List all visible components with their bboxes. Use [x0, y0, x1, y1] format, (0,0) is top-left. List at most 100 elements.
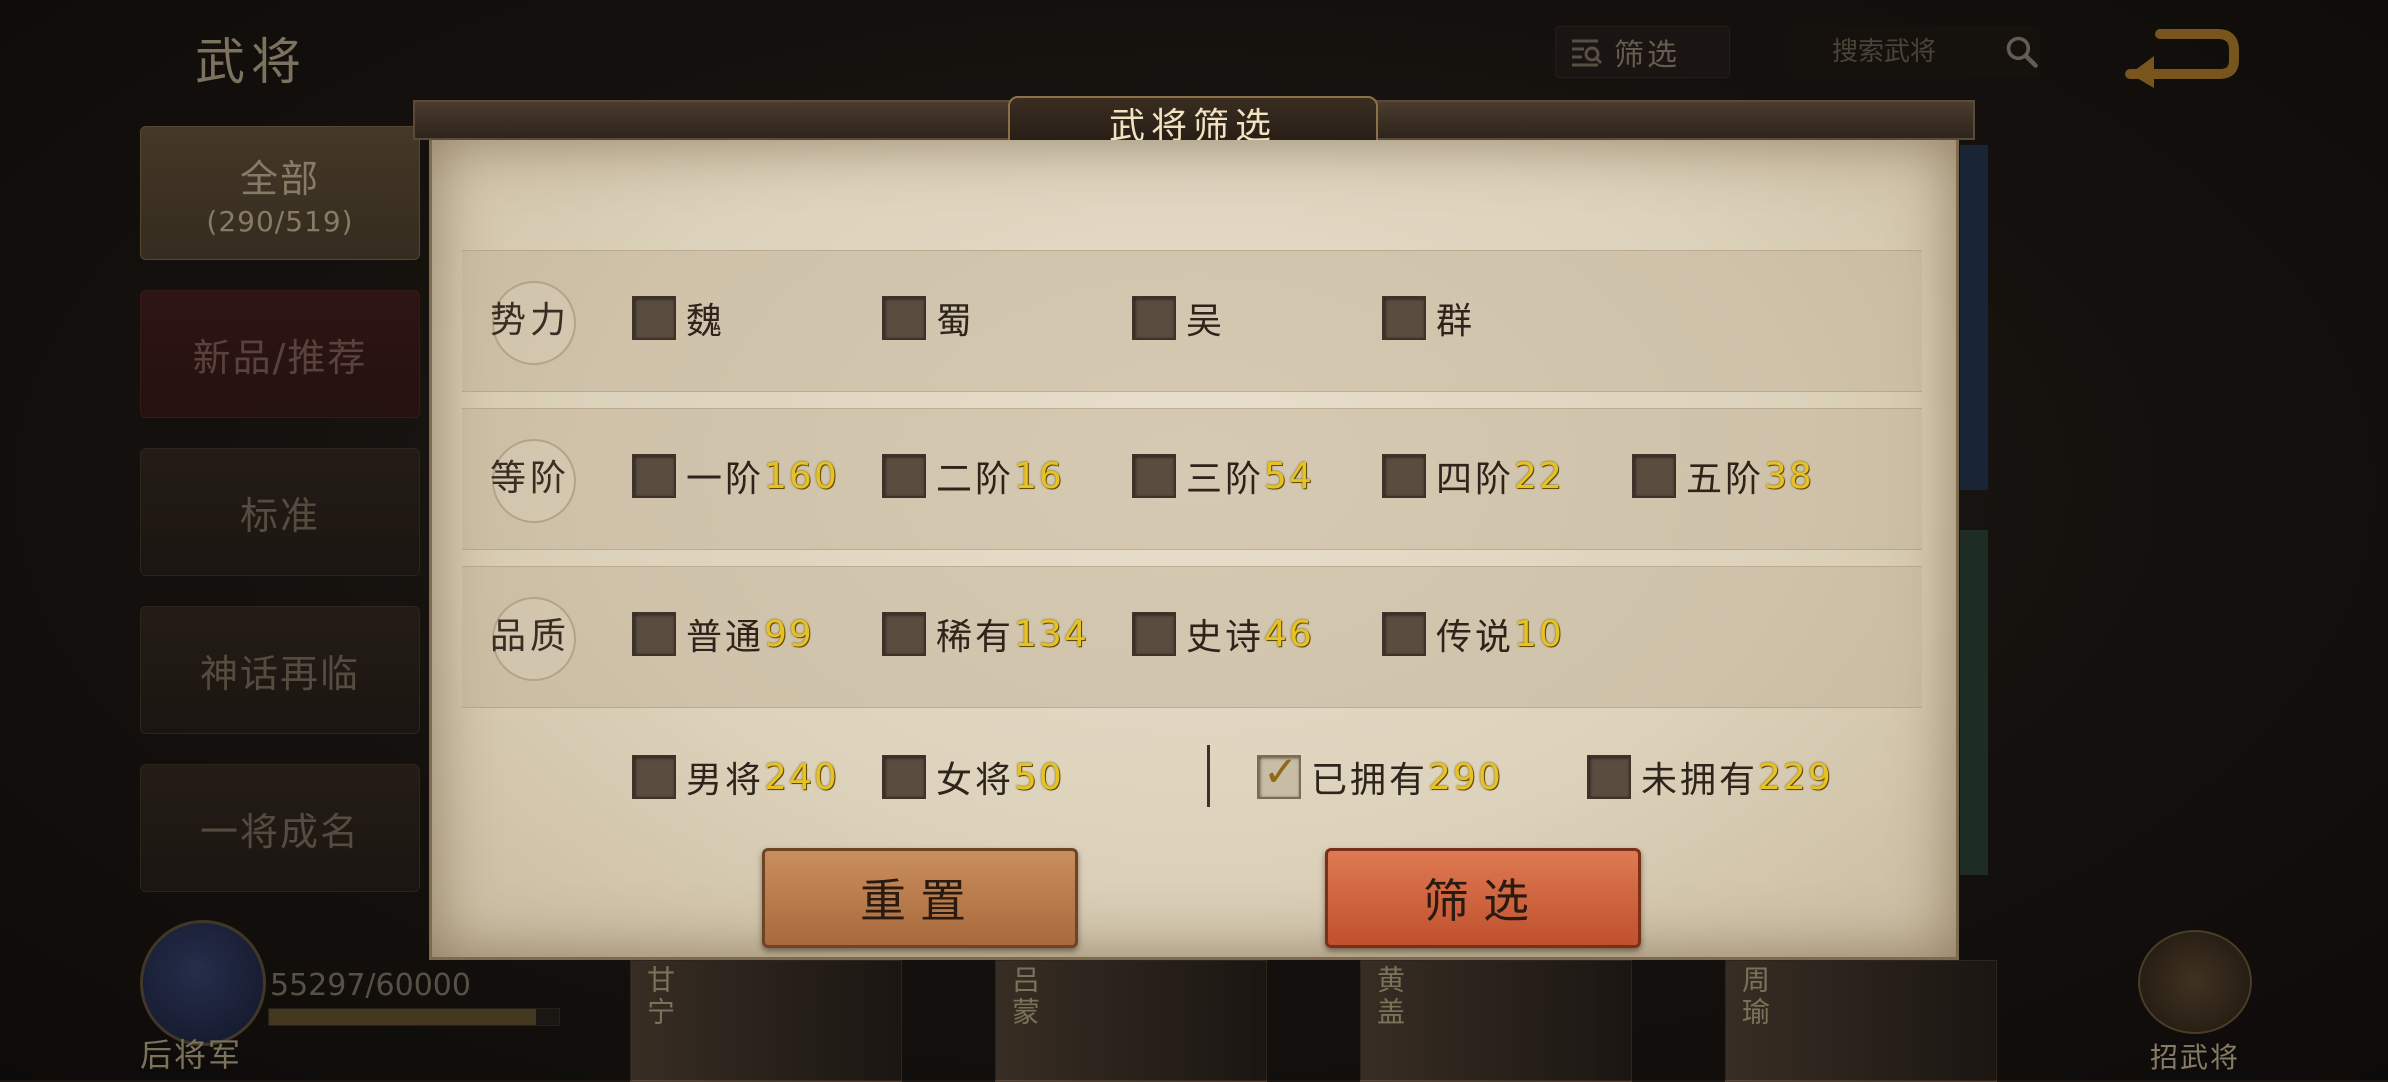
gender-option-female[interactable]: 女将 50 — [882, 752, 1064, 802]
checkbox[interactable] — [632, 755, 676, 799]
search-icon[interactable] — [2004, 32, 2040, 72]
option-label: 三阶 — [1186, 459, 1265, 500]
option-count: 54 — [1264, 455, 1314, 497]
checkbox[interactable] — [882, 296, 926, 340]
faction-option-wu[interactable]: 吴 — [1132, 293, 1225, 343]
option-label: 传说 — [1436, 617, 1515, 658]
option-label: 五阶 — [1686, 459, 1765, 500]
option-count: 229 — [1758, 756, 1833, 798]
option-label: 史诗 — [1186, 617, 1265, 658]
general-card[interactable]: 黄盖 — [1360, 960, 1632, 1082]
general-card-name: 周瑜 — [1738, 965, 1771, 1029]
checkbox[interactable]: ✓ — [1257, 751, 1301, 799]
filter-button-label: 筛选 — [1614, 38, 1680, 73]
sidebar-item-label: 一将成名 — [199, 809, 360, 854]
checkbox[interactable] — [632, 612, 676, 656]
sidebar-item-myth-return[interactable]: 神话再临 — [140, 606, 420, 734]
filter-button[interactable]: 筛选 — [1555, 26, 1730, 78]
option-label: 普通 — [686, 617, 765, 658]
checkbox[interactable] — [1382, 454, 1426, 498]
dialog-body: 势力 魏 蜀 吴 群 等阶 一阶 160 二阶 16 三阶 54 四阶 22 五… — [429, 140, 1959, 960]
faction-row: 势力 魏 蜀 吴 群 — [462, 250, 1922, 392]
option-count: 46 — [1264, 613, 1314, 655]
divider — [1207, 745, 1210, 807]
checkbox[interactable] — [1132, 454, 1176, 498]
ownership-option-owned[interactable]: ✓ 已拥有 290 — [1257, 751, 1503, 802]
option-label: 蜀 — [936, 301, 976, 342]
option-label: 一阶 — [686, 459, 765, 500]
sidebar-item-one-general[interactable]: 一将成名 — [140, 764, 420, 892]
sidebar-item-new-recommended[interactable]: 新品/推荐 — [140, 290, 420, 418]
checkbox[interactable] — [882, 612, 926, 656]
reset-button[interactable]: 重置 — [762, 848, 1078, 948]
sidebar-item-label: 神话再临 — [199, 651, 360, 696]
tier-option-1[interactable]: 一阶 160 — [632, 451, 839, 501]
checkbox[interactable] — [882, 454, 926, 498]
checkbox[interactable] — [632, 296, 676, 340]
checkbox[interactable] — [1132, 296, 1176, 340]
option-count: 50 — [1014, 756, 1064, 798]
option-label: 已拥有 — [1311, 760, 1429, 801]
option-count: 10 — [1514, 613, 1564, 655]
tier-option-5[interactable]: 五阶 38 — [1632, 451, 1814, 501]
option-count: 16 — [1014, 455, 1064, 497]
sidebar-item-standard[interactable]: 标准 — [140, 448, 420, 576]
sidebar-item-label: 新品/推荐 — [192, 335, 368, 380]
quality-option-common[interactable]: 普通 99 — [632, 609, 814, 659]
rank-panel: 后将军 55297/60000 — [140, 920, 560, 1074]
checkbox[interactable] — [1382, 296, 1426, 340]
general-card-name: 黄盖 — [1373, 965, 1406, 1029]
option-count: 22 — [1514, 455, 1564, 497]
sidebar: 全部 (290/519) 新品/推荐 标准 神话再临 一将成名 — [140, 126, 420, 922]
recruit-label: 招武将 — [2149, 1041, 2240, 1074]
option-label: 未拥有 — [1641, 760, 1759, 801]
rank-title: 后将军 — [140, 1036, 243, 1074]
checkbox[interactable] — [1632, 454, 1676, 498]
option-label: 四阶 — [1436, 459, 1515, 500]
general-card[interactable]: 甘宁 — [630, 960, 902, 1082]
option-label: 群 — [1436, 301, 1476, 342]
option-count: 134 — [1014, 613, 1089, 655]
option-label: 吴 — [1186, 301, 1226, 342]
checkbox[interactable] — [632, 454, 676, 498]
rank-exp: 55297/60000 — [270, 968, 471, 1003]
faction-option-wei[interactable]: 魏 — [632, 293, 725, 343]
tier-row: 等阶 一阶 160 二阶 16 三阶 54 四阶 22 五阶 38 — [462, 408, 1922, 550]
quality-option-legendary[interactable]: 传说 10 — [1382, 609, 1564, 659]
general-card[interactable]: 周瑜 — [1725, 960, 1997, 1082]
quality-option-epic[interactable]: 史诗 46 — [1132, 609, 1314, 659]
back-arrow-icon[interactable] — [2120, 22, 2240, 92]
filter-dialog: 武将筛选 势力 魏 蜀 吴 群 等阶 一阶 160 二阶 16 三阶 54 四阶… — [413, 96, 1975, 970]
apply-filter-button[interactable]: 筛选 — [1325, 848, 1641, 948]
general-card[interactable]: 吕蒙 — [995, 960, 1267, 1082]
checkbox[interactable] — [1587, 755, 1631, 799]
sidebar-item-all[interactable]: 全部 (290/519) — [140, 126, 420, 260]
rank-emblem-icon — [140, 920, 266, 1046]
misc-row: 男将 240 女将 50 ✓ 已拥有 290 未拥有 229 — [462, 710, 1922, 850]
row-label: 品质 — [490, 616, 571, 657]
tier-option-3[interactable]: 三阶 54 — [1132, 451, 1314, 501]
option-label: 稀有 — [936, 617, 1015, 658]
gender-option-male[interactable]: 男将 240 — [632, 752, 839, 802]
search-box[interactable] — [1790, 26, 2040, 78]
checkbox[interactable] — [1132, 612, 1176, 656]
quality-option-rare[interactable]: 稀有 134 — [882, 609, 1089, 659]
recruit-icon — [2138, 930, 2252, 1034]
option-label: 魏 — [686, 301, 726, 342]
sidebar-item-label: 全部 — [239, 157, 320, 201]
option-count: 240 — [764, 756, 839, 798]
ownership-option-not-owned[interactable]: 未拥有 229 — [1587, 752, 1833, 802]
checkbox[interactable] — [1382, 612, 1426, 656]
search-input[interactable] — [1830, 36, 1994, 68]
option-count: 290 — [1428, 756, 1503, 798]
row-label: 等阶 — [490, 458, 571, 499]
faction-option-qun[interactable]: 群 — [1382, 293, 1475, 343]
tier-option-2[interactable]: 二阶 16 — [882, 451, 1064, 501]
tier-option-4[interactable]: 四阶 22 — [1382, 451, 1564, 501]
checkbox[interactable] — [882, 755, 926, 799]
option-count: 160 — [764, 455, 839, 497]
option-count: 38 — [1764, 455, 1814, 497]
recruit-button[interactable]: 招武将 — [2120, 930, 2270, 1074]
faction-option-shu[interactable]: 蜀 — [882, 293, 975, 343]
general-card-name: 吕蒙 — [1008, 965, 1041, 1029]
